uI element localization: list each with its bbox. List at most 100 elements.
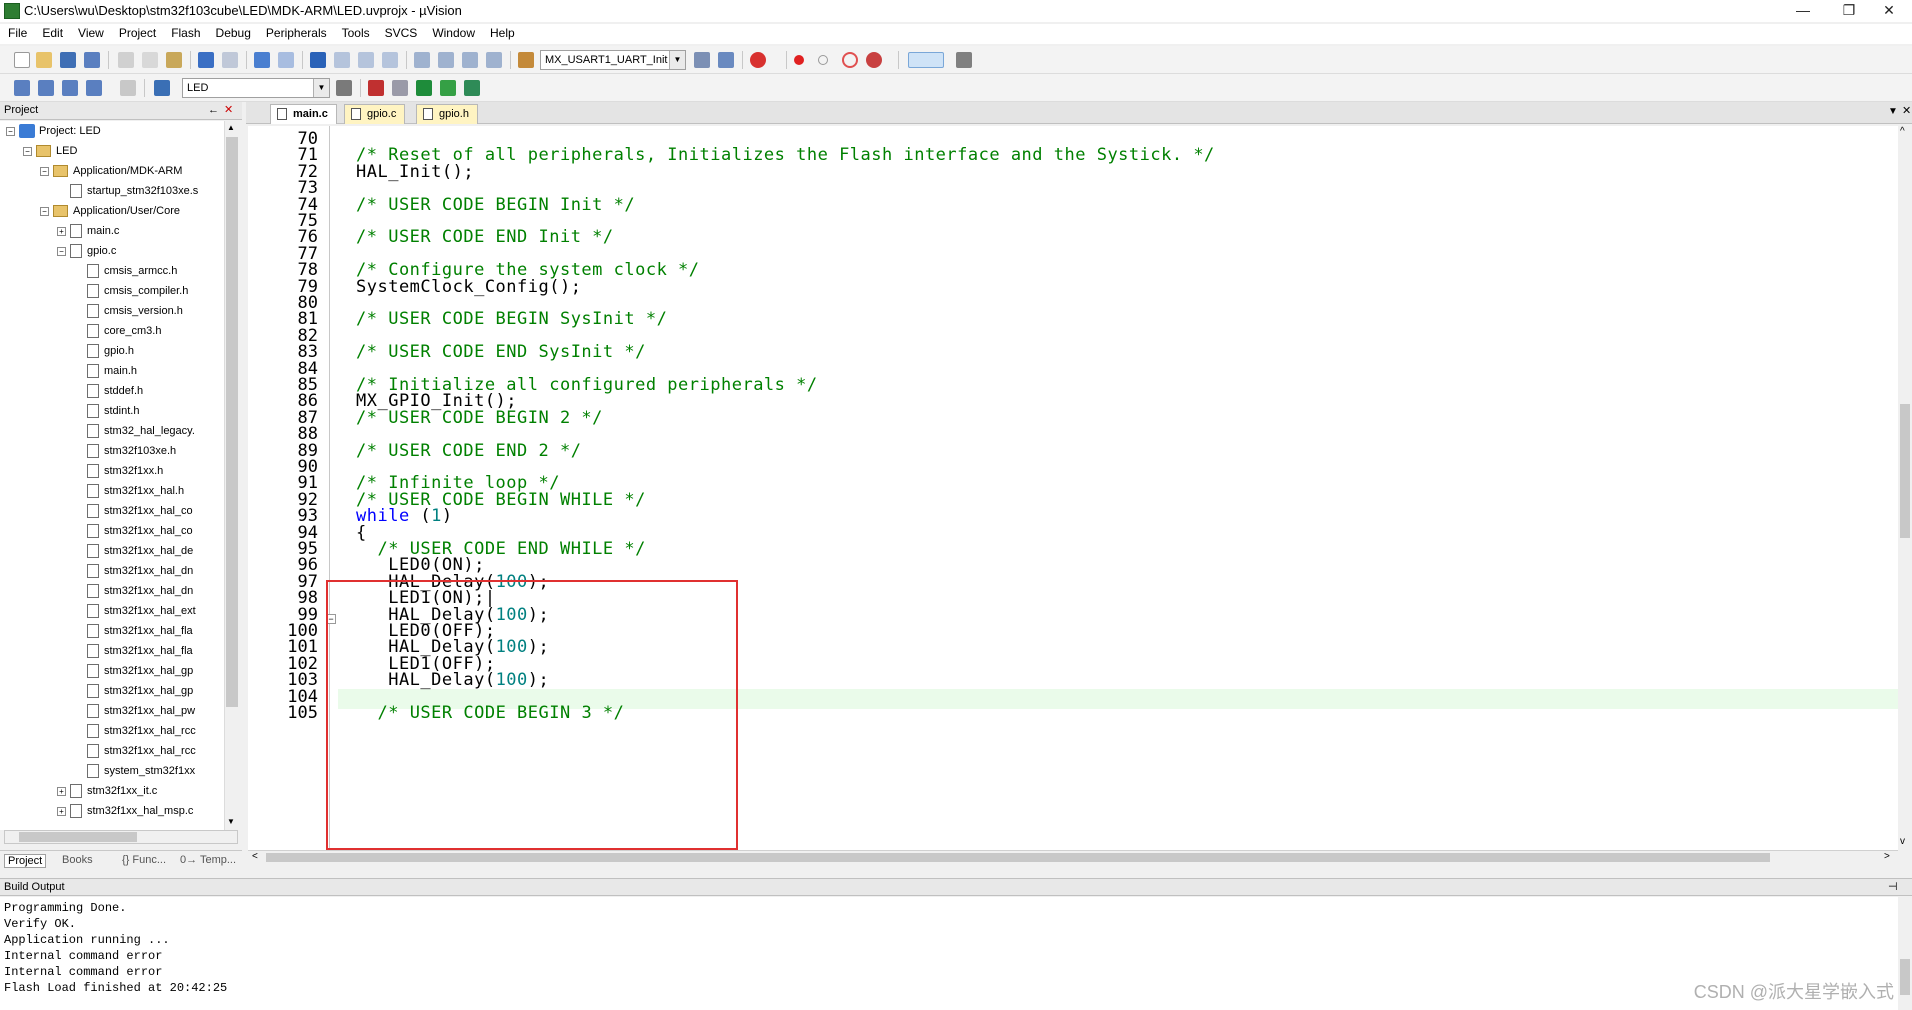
tree-item[interactable]: − Application/User/Core bbox=[40, 201, 180, 221]
minimize-button[interactable]: — bbox=[1780, 0, 1826, 22]
cut-icon[interactable] bbox=[118, 52, 134, 68]
disable-breakpoint-icon[interactable] bbox=[818, 55, 828, 65]
debug-session-icon[interactable] bbox=[750, 52, 766, 68]
unindent-icon[interactable] bbox=[438, 52, 454, 68]
tree-item[interactable]: stm32_hal_legacy. bbox=[74, 421, 195, 441]
copy-icon[interactable] bbox=[142, 52, 158, 68]
chevron-down-icon[interactable]: ▼ bbox=[313, 79, 329, 97]
prev-bookmark-icon[interactable] bbox=[334, 52, 350, 68]
collapse-icon[interactable]: − bbox=[40, 206, 49, 216]
tab-gpio-h[interactable]: gpio.h bbox=[416, 104, 478, 124]
translate-icon[interactable] bbox=[14, 80, 30, 96]
close-button[interactable]: ✕ bbox=[1866, 0, 1912, 22]
editor-vscrollbar[interactable]: ^ v bbox=[1898, 126, 1912, 850]
tree-item[interactable]: stm32f1xx_hal_rcc bbox=[74, 741, 196, 761]
tree-item[interactable]: + stm32f1xx_hal_msp.c bbox=[57, 801, 193, 821]
collapse-icon[interactable]: − bbox=[6, 126, 15, 136]
function-combo[interactable]: MX_USART1_UART_Init ▼ bbox=[540, 50, 686, 70]
tree-item[interactable]: stm32f1xx_hal_gp bbox=[74, 681, 193, 701]
kill-breakpoints-icon[interactable] bbox=[842, 52, 858, 68]
tree-item[interactable]: stm32f1xx_hal_fla bbox=[74, 641, 193, 661]
batch-build-icon[interactable] bbox=[86, 80, 102, 96]
rebuild-icon[interactable] bbox=[62, 80, 78, 96]
indent-icon[interactable] bbox=[414, 52, 430, 68]
manage-project-icon[interactable] bbox=[392, 80, 408, 96]
chevron-down-icon[interactable]: ▼ bbox=[669, 51, 685, 69]
expand-icon[interactable]: + bbox=[57, 786, 66, 796]
tree-item[interactable]: stm32f1xx_hal_gp bbox=[74, 661, 193, 681]
nav-forward-icon[interactable] bbox=[278, 52, 294, 68]
pin-icon[interactable]: ← bbox=[208, 102, 219, 119]
new-file-icon[interactable] bbox=[14, 52, 30, 68]
menu-file[interactable]: File bbox=[0, 24, 34, 44]
tree-item[interactable]: stm32f1xx_hal_co bbox=[74, 521, 193, 541]
tree-item[interactable]: + main.c bbox=[57, 221, 119, 241]
collapse-icon[interactable]: − bbox=[40, 166, 49, 176]
breakpoint-icon[interactable] bbox=[794, 55, 804, 65]
code-line[interactable]: SystemClock_Config(); bbox=[356, 277, 581, 297]
find-in-files-icon[interactable] bbox=[518, 52, 534, 68]
kill-all-breakpoints-icon[interactable] bbox=[866, 52, 882, 68]
menu-peripherals[interactable]: Peripherals bbox=[258, 24, 334, 44]
tree-item[interactable]: + stm32f1xx_it.c bbox=[57, 781, 157, 801]
scroll-left-icon[interactable]: < bbox=[252, 851, 258, 862]
next-bookmark-icon[interactable] bbox=[358, 52, 374, 68]
run-time-env-icon[interactable] bbox=[440, 80, 456, 96]
scroll-thumb[interactable] bbox=[1900, 404, 1910, 538]
tree-item[interactable]: stm32f1xx_hal_dn bbox=[74, 561, 193, 581]
uncomment-icon[interactable] bbox=[486, 52, 502, 68]
tree-item[interactable]: main.h bbox=[74, 361, 137, 381]
scroll-thumb[interactable] bbox=[1900, 959, 1910, 995]
tab-main-c[interactable]: main.c bbox=[270, 104, 337, 124]
code-line[interactable]: /* USER CODE BEGIN SysInit */ bbox=[356, 309, 667, 329]
tree-item[interactable]: stdint.h bbox=[74, 401, 139, 421]
code-line[interactable]: while (1) bbox=[356, 506, 453, 526]
code-line[interactable]: /* Reset of all peripherals, Initializes… bbox=[356, 145, 1215, 165]
tree-item[interactable]: system_stm32f1xx bbox=[74, 761, 195, 781]
collapse-icon[interactable]: − bbox=[23, 146, 32, 156]
tab-list-chevron-icon[interactable]: ▼ bbox=[1888, 106, 1898, 117]
build-icon[interactable] bbox=[38, 80, 54, 96]
close-icon[interactable]: ✕ bbox=[224, 102, 233, 119]
save-icon[interactable] bbox=[60, 52, 76, 68]
tree-item[interactable]: − gpio.c bbox=[57, 241, 116, 261]
tree-item[interactable]: startup_stm32f103xe.s bbox=[57, 181, 198, 201]
tree-item[interactable]: stm32f103xe.h bbox=[74, 441, 176, 461]
panel-tab-0[interactable]: Project bbox=[4, 854, 47, 868]
window-layout-icon[interactable] bbox=[908, 52, 944, 68]
tree-item[interactable]: gpio.h bbox=[74, 341, 134, 361]
pack-installer-icon[interactable] bbox=[464, 80, 480, 96]
tree-item[interactable]: stddef.h bbox=[74, 381, 143, 401]
download-icon[interactable] bbox=[154, 80, 170, 96]
tab-gpio-c[interactable]: gpio.c bbox=[344, 104, 406, 124]
save-all-icon[interactable] bbox=[84, 52, 100, 68]
tree-item[interactable]: stm32f1xx_hal_ext bbox=[74, 601, 196, 621]
tree-item[interactable]: cmsis_version.h bbox=[74, 301, 183, 321]
panel-tab-2[interactable]: {} Func... bbox=[122, 854, 166, 866]
menu-flash[interactable]: Flash bbox=[163, 24, 207, 44]
target-options-icon[interactable] bbox=[336, 80, 352, 96]
editor-hscrollbar[interactable]: < > bbox=[248, 850, 1898, 864]
menu-edit[interactable]: Edit bbox=[34, 24, 70, 44]
tree-item[interactable]: stm32f1xx_hal_rcc bbox=[74, 721, 196, 741]
tree-item[interactable]: cmsis_compiler.h bbox=[74, 281, 188, 301]
menu-help[interactable]: Help bbox=[482, 24, 522, 44]
menu-tools[interactable]: Tools bbox=[334, 24, 377, 44]
paste-icon[interactable] bbox=[166, 52, 182, 68]
scroll-right-icon[interactable]: > bbox=[1884, 851, 1890, 862]
hscroll-thumb[interactable] bbox=[19, 832, 137, 842]
nav-back-icon[interactable] bbox=[254, 52, 270, 68]
project-tree-scrollbar[interactable]: ▲ ▼ bbox=[224, 121, 238, 830]
menu-project[interactable]: Project bbox=[111, 24, 163, 44]
configure-icon[interactable] bbox=[956, 52, 972, 68]
scroll-thumb[interactable] bbox=[226, 137, 238, 707]
scroll-up-icon[interactable]: ^ bbox=[1900, 126, 1905, 137]
tree-item[interactable]: stm32f1xx_hal.h bbox=[74, 481, 184, 501]
find-icon[interactable] bbox=[694, 52, 710, 68]
bookmark-icon[interactable] bbox=[310, 52, 326, 68]
incremental-find-icon[interactable] bbox=[718, 52, 734, 68]
tree-item[interactable]: stm32f1xx_hal_co bbox=[74, 501, 193, 521]
stop-build-icon[interactable] bbox=[120, 80, 136, 96]
code-line[interactable]: /* USER CODE END SysInit */ bbox=[356, 342, 646, 362]
redo-icon[interactable] bbox=[222, 52, 238, 68]
